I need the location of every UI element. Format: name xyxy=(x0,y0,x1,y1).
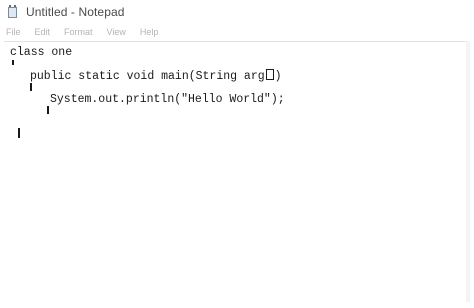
notepad-icon xyxy=(6,5,20,19)
menu-edit[interactable]: Edit xyxy=(35,27,51,37)
text-cursor-mark xyxy=(47,106,49,114)
code-line-main: public static void main(String arg) xyxy=(30,69,282,84)
code-main-text: public static void main(String arg xyxy=(30,70,265,83)
window-title: Untitled - Notepad xyxy=(26,5,125,19)
menu-bar: File Edit Format View Help xyxy=(0,24,474,39)
text-cursor xyxy=(18,128,20,138)
notepad-window: Untitled - Notepad File Edit Format View… xyxy=(0,0,474,308)
code-line-println: System.out.println("Hello World"); xyxy=(50,93,285,106)
title-bar[interactable]: Untitled - Notepad xyxy=(0,0,474,24)
menu-format[interactable]: Format xyxy=(64,27,93,37)
menu-view[interactable]: View xyxy=(107,27,126,37)
menu-help[interactable]: Help xyxy=(140,27,159,37)
code-main-close: ) xyxy=(274,70,282,83)
menu-file[interactable]: File xyxy=(6,27,21,37)
bracket-box xyxy=(265,69,274,80)
text-cursor-mark xyxy=(30,83,32,91)
vertical-scrollbar[interactable] xyxy=(466,41,470,302)
text-cursor-mark xyxy=(12,60,14,65)
text-editor[interactable]: class one public static void main(String… xyxy=(4,41,466,302)
code-line-class: class one xyxy=(10,46,73,59)
